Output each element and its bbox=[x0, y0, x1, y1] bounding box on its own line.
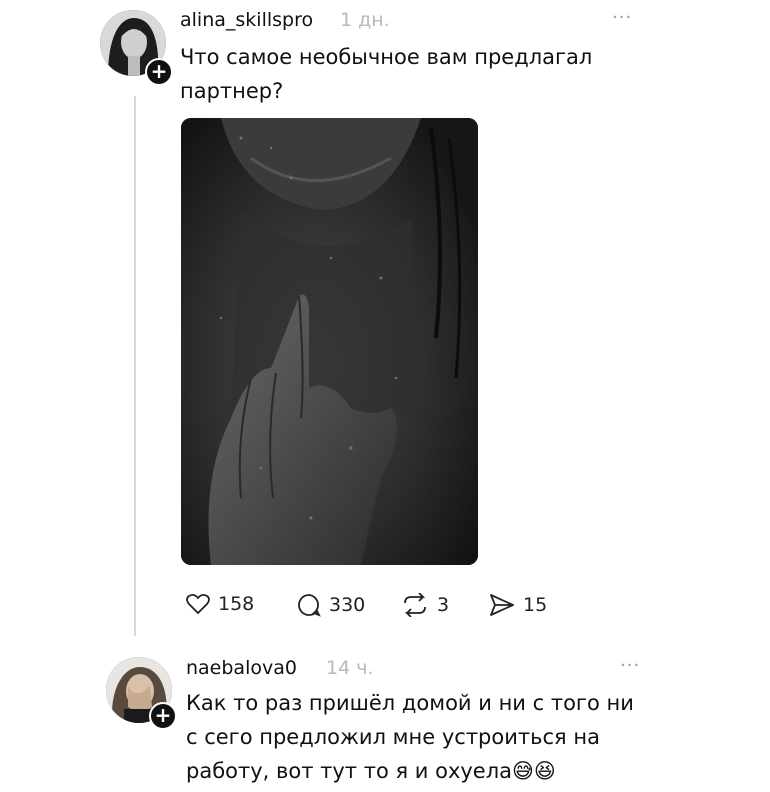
post-text: Что самое необычное вам предлагал партне… bbox=[180, 40, 592, 108]
post-more-icon[interactable]: ... bbox=[612, 2, 632, 23]
reply-text-line3: работу, вот тут то я и охуела😅😆 bbox=[186, 759, 556, 783]
reply-text-line1: Как то раз пришёл домой и ни с того ни bbox=[186, 691, 634, 715]
shares-stat[interactable]: 15 bbox=[489, 593, 547, 617]
reposts-count: 3 bbox=[437, 594, 450, 616]
comments-count: 330 bbox=[329, 594, 366, 616]
comments-stat[interactable]: 330 bbox=[297, 593, 365, 617]
reply-text-line2: с сего предложил мне устроиться на bbox=[186, 725, 600, 749]
likes-stat[interactable]: 158 bbox=[186, 593, 254, 615]
follow-plus-icon-reply[interactable]: + bbox=[149, 702, 177, 730]
likes-count: 158 bbox=[218, 593, 255, 615]
post-photo-image bbox=[181, 118, 478, 565]
thread-post: + alina_skillspro 1 дн. ... Что самое не… bbox=[0, 0, 770, 792]
reply-username[interactable]: naebalova0 bbox=[186, 657, 297, 679]
post-photo[interactable] bbox=[181, 118, 478, 565]
send-icon bbox=[489, 593, 515, 617]
reply-time: 14 ч. bbox=[326, 657, 374, 679]
post-time: 1 дн. bbox=[340, 9, 390, 31]
thread-line bbox=[134, 96, 136, 636]
post-username[interactable]: alina_skillspro bbox=[180, 9, 313, 31]
shares-count: 15 bbox=[523, 594, 548, 616]
reposts-stat[interactable]: 3 bbox=[401, 593, 449, 617]
reply-text: Как то раз пришёл домой и ни с того ни с… bbox=[186, 686, 634, 788]
comment-icon bbox=[297, 593, 321, 617]
reply-more-icon[interactable]: ... bbox=[620, 650, 640, 671]
heart-icon bbox=[186, 593, 210, 615]
post-text-line2: партнер? bbox=[180, 79, 284, 103]
repost-icon bbox=[401, 593, 429, 617]
post-text-line1: Что самое необычное вам предлагал bbox=[180, 45, 593, 69]
follow-plus-icon[interactable]: + bbox=[145, 58, 173, 86]
